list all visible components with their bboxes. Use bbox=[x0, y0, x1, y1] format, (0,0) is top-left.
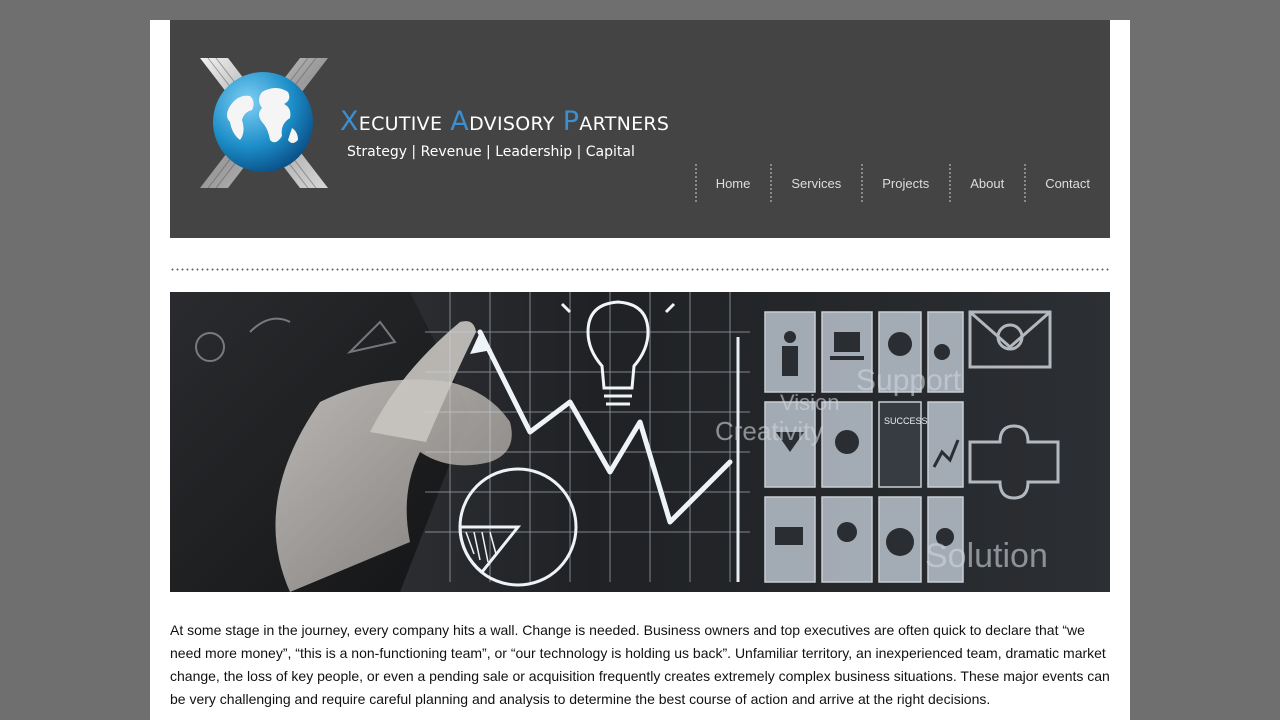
nav-home[interactable]: Home bbox=[694, 164, 771, 202]
nav-contact[interactable]: Contact bbox=[1024, 164, 1110, 202]
banner-label-solution: Solution bbox=[925, 537, 1048, 575]
brand-name: XECUTIVE ADVISORY PARTNERS bbox=[340, 106, 677, 137]
page-container: XECUTIVE ADVISORY PARTNERS Strategy | Reve… bbox=[150, 20, 1130, 720]
main-nav: Home Services Projects About Contact bbox=[694, 164, 1110, 202]
globe-x-logo-icon[interactable] bbox=[200, 58, 328, 188]
nav-services[interactable]: Services bbox=[770, 164, 861, 202]
nav-about[interactable]: About bbox=[949, 164, 1024, 202]
brand-initial: P bbox=[562, 106, 580, 137]
hero-banner-image: SUCCESS Vision Creativity Support Soluti… bbox=[170, 292, 1110, 592]
site-header: XECUTIVE ADVISORY PARTNERS Strategy | Reve… bbox=[170, 20, 1110, 238]
brand-word-rest: ECUTIVE bbox=[358, 113, 443, 135]
brand-word-rest: ARTNERS bbox=[579, 113, 670, 135]
brand-initial: A bbox=[450, 106, 470, 137]
brand-tagline: Strategy | Revenue | Leadership | Capita… bbox=[347, 144, 635, 160]
intro-paragraph: At some stage in the journey, every comp… bbox=[170, 622, 1110, 707]
brand-initial: X bbox=[340, 106, 359, 137]
brand-word-rest: DVISORY bbox=[469, 113, 555, 135]
nav-projects[interactable]: Projects bbox=[861, 164, 949, 202]
banner-label-success: SUCCESS bbox=[884, 416, 928, 426]
brand-word: XECUTIVE bbox=[340, 106, 442, 137]
banner-label-support: Support bbox=[856, 364, 962, 397]
brand-word: PARTNERS bbox=[563, 106, 670, 137]
hero-banner: SUCCESS Vision Creativity Support Soluti… bbox=[170, 292, 1110, 592]
banner-label-vision: Vision bbox=[780, 390, 840, 415]
brand-word: ADVISORY bbox=[450, 106, 554, 137]
dotted-divider bbox=[170, 268, 1110, 271]
banner-label-creativity: Creativity bbox=[715, 416, 823, 446]
